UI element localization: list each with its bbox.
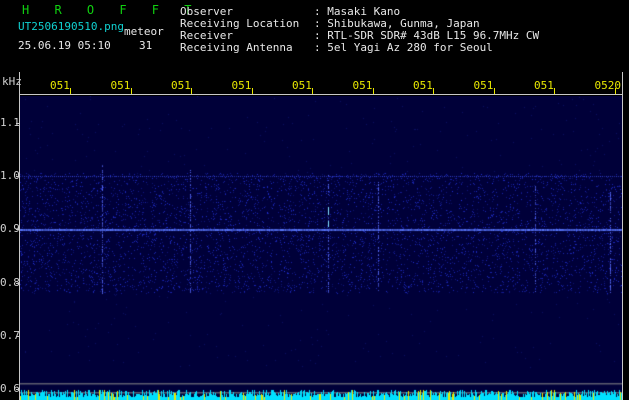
x-tick-label: 051	[413, 79, 433, 92]
x-tick-label: 051	[50, 79, 70, 92]
field-antenna-label: Receiving Antenna	[180, 41, 293, 54]
x-tick-label: 051	[473, 79, 494, 92]
file-name: UT2506190510.png	[18, 21, 124, 33]
top-axis-line	[19, 94, 623, 95]
x-tick-label: 051	[231, 79, 252, 92]
meteor-count: 31	[139, 39, 153, 52]
field-antenna-value: : 5el Yagi Az 280 for Seoul	[314, 41, 493, 54]
x-tick-label: 051	[110, 79, 131, 92]
spectrogram-plot	[20, 96, 622, 400]
x-tick-label: 051	[292, 79, 312, 92]
y-axis-line	[19, 72, 20, 400]
right-axis-line	[622, 72, 623, 400]
meteor-label: meteor	[124, 25, 164, 38]
x-tick-label: 051	[352, 79, 373, 92]
x-tick-label: 0520	[594, 79, 622, 92]
date-time: 25.06.19 05:10	[18, 39, 111, 52]
x-tick-label: 051	[171, 79, 191, 92]
x-tick-label: 051	[534, 79, 554, 92]
app-title: H R O F F T	[22, 3, 201, 17]
